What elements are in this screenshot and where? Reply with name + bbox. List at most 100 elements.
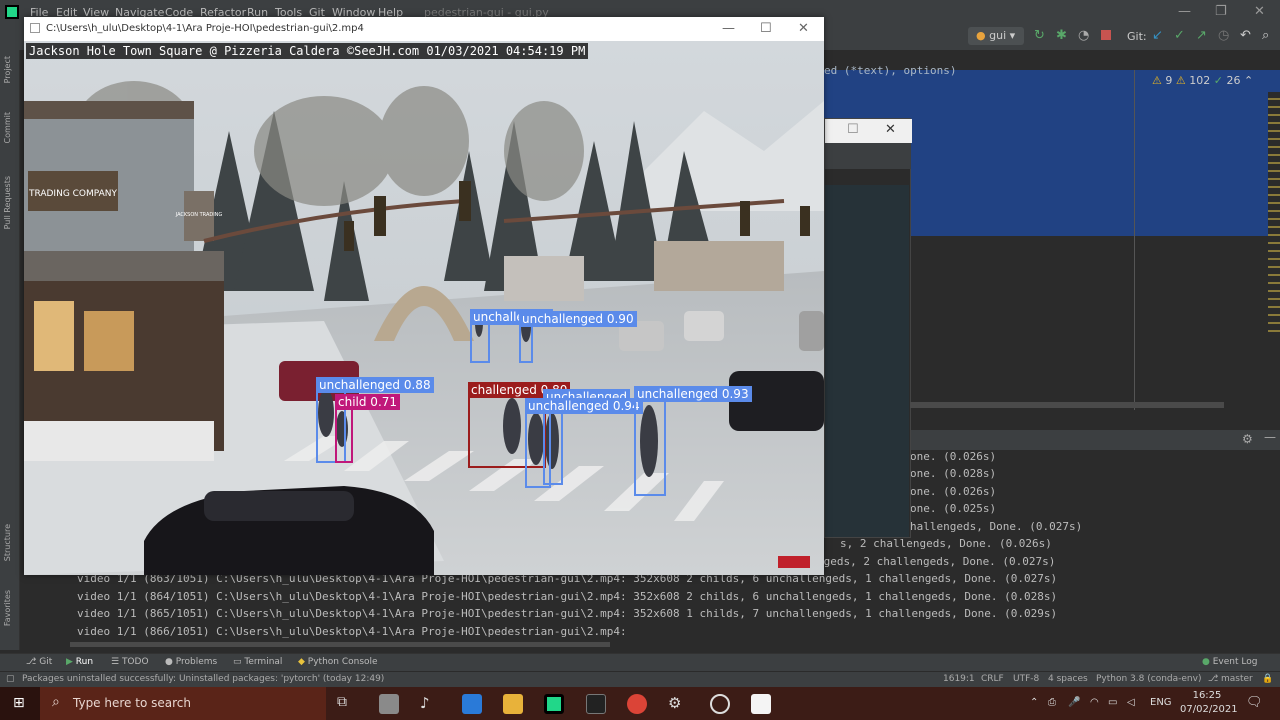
detection-label: child 0.71 xyxy=(335,394,401,410)
git-icon: ⎇ xyxy=(26,657,40,667)
tab-label: TODO xyxy=(121,657,149,667)
chrome-icon[interactable] xyxy=(627,694,647,714)
tool-tab-favorites[interactable]: Favorites xyxy=(3,590,12,626)
volume-icon[interactable]: ◁ xyxy=(1127,697,1135,708)
pycharm-taskbar-icon[interactable] xyxy=(544,694,564,714)
dialog-panel xyxy=(825,185,909,537)
console-partial-line: hallengeds, Done. (0.027s) xyxy=(910,520,1083,533)
tool-tab-pull-requests[interactable]: Pull Requests xyxy=(3,176,12,229)
settings-gear-icon[interactable]: ⚙ xyxy=(1242,432,1253,446)
taskbar-search-box[interactable]: ⌕ Type here to search xyxy=(40,687,326,720)
tray-chevron-up-icon[interactable]: ⌃ xyxy=(1030,697,1038,708)
system-clock[interactable]: 16:25 07/02/2021 xyxy=(1180,689,1238,717)
tab-label: Python Console xyxy=(307,657,378,667)
weak-warning-count: 102 xyxy=(1189,74,1211,87)
tool-tab-structure[interactable]: Structure xyxy=(3,524,12,561)
tool-tab-problems[interactable]: ● Problems xyxy=(165,657,217,667)
tab-label: Run xyxy=(75,657,94,667)
video-player-window[interactable]: C:\Users\h_ulu\Desktop\4-1\Ara Proje-HOI… xyxy=(24,17,824,575)
coverage-icon[interactable]: ◔ xyxy=(1078,28,1089,43)
rollback-icon[interactable]: ↶ xyxy=(1240,28,1251,43)
inspection-widget[interactable]: ⚠ 9 ⚠ 102 ✓ 26 ⌃ xyxy=(1152,74,1254,87)
ide-maximize-icon[interactable]: ❐ xyxy=(1215,4,1227,19)
editor-hscrollbar[interactable] xyxy=(910,402,1224,408)
tool-tab-git[interactable]: ⎇ Git xyxy=(26,657,52,667)
video-minimize-icon[interactable]: — xyxy=(722,21,735,36)
notepad-icon[interactable] xyxy=(751,694,771,714)
list-icon: ☰ xyxy=(111,657,122,667)
file-explorer-icon[interactable] xyxy=(503,694,523,714)
tab-label: Problems xyxy=(175,657,218,667)
battery-icon[interactable]: ▭ xyxy=(1108,697,1117,708)
obs-icon[interactable] xyxy=(710,694,730,714)
detection-box: unchalleng... xyxy=(470,309,554,363)
weak-warning-icon: ⚠ xyxy=(1175,74,1186,87)
python-interpreter[interactable]: Python 3.8 (conda-env) xyxy=(1096,674,1201,684)
console-hscrollbar[interactable] xyxy=(70,642,610,647)
tool-tab-project[interactable]: Project xyxy=(3,56,12,83)
chevron-up-icon[interactable]: ⌃ xyxy=(1244,74,1253,87)
run-panel-header: ⚙ — xyxy=(910,430,1280,450)
davinci-icon[interactable]: ♪ xyxy=(420,694,440,714)
camera-overlay-text: Jackson Hole Town Square @ Pizzeria Cald… xyxy=(26,43,589,59)
git-branch[interactable]: master xyxy=(1221,674,1253,684)
task-view-icon[interactable]: ⧉ xyxy=(337,694,357,714)
problems-icon: ● xyxy=(165,657,176,667)
warning-count: 9 xyxy=(1165,74,1173,87)
video-maximize-icon[interactable]: ☐ xyxy=(760,21,772,36)
mail-icon[interactable] xyxy=(462,694,482,714)
tab-label: Terminal xyxy=(244,657,283,667)
ide-minimize-icon[interactable]: — xyxy=(1178,4,1191,19)
git-push-icon[interactable]: ↗ xyxy=(1196,28,1207,43)
stop-icon[interactable] xyxy=(1101,30,1111,40)
microphone-icon[interactable]: 🎤 xyxy=(1068,697,1080,708)
tool-tab-python-console[interactable]: ◆ Python Console xyxy=(298,657,378,667)
video-window-titlebar[interactable]: C:\Users\h_ulu\Desktop\4-1\Ara Proje-HOI… xyxy=(24,17,824,41)
error-stripe[interactable] xyxy=(1268,92,1280,332)
detection-box: unchallenged 0.90 xyxy=(519,311,637,363)
settings-gear-taskbar-icon[interactable]: ⚙ xyxy=(668,694,688,714)
terminal-taskbar-icon[interactable] xyxy=(586,694,606,714)
tool-tab-run[interactable]: ▶ Run xyxy=(66,657,93,667)
file-app-icon[interactable] xyxy=(379,694,399,714)
hide-panel-icon[interactable]: — xyxy=(1264,430,1276,444)
line-separator[interactable]: CRLF xyxy=(981,674,1004,684)
run-icon: ▶ xyxy=(66,657,76,667)
tab-label: Event Log xyxy=(1212,657,1258,667)
search-icon: ⌕ xyxy=(52,694,60,710)
git-commit-icon[interactable]: ✓ xyxy=(1174,28,1185,43)
tool-tab-event-log[interactable]: ● Event Log xyxy=(1202,657,1257,667)
search-icon[interactable]: ⌕ xyxy=(1262,28,1269,43)
dialog-close-icon[interactable]: ✕ xyxy=(885,122,896,137)
lock-icon: 🔒 xyxy=(1262,674,1274,684)
video-window-title: C:\Users\h_ulu\Desktop\4-1\Ara Proje-HOI… xyxy=(46,23,364,34)
tool-tab-todo[interactable]: ☰ TODO xyxy=(111,657,149,667)
console-line: video 1/1 (864/1051) C:\Users\h_ulu\Desk… xyxy=(77,590,1058,603)
windows-logo-icon: ⊞ xyxy=(13,695,25,711)
wifi-icon[interactable]: ◠ xyxy=(1090,697,1099,708)
notification-icon[interactable]: 🗨 xyxy=(1246,695,1263,710)
video-close-icon[interactable]: ✕ xyxy=(798,21,809,36)
start-button[interactable]: ⊞ xyxy=(0,687,40,720)
status-message[interactable]: Packages uninstalled successfully: Unins… xyxy=(22,674,384,684)
caret-position[interactable]: 1619:1 xyxy=(943,674,975,684)
dialog-maximize-icon[interactable]: ☐ xyxy=(847,122,859,137)
run-config-select[interactable]: ● gui ▾ xyxy=(968,27,1024,45)
terminal-icon: ▭ xyxy=(233,657,245,667)
ide-close-icon[interactable]: ✕ xyxy=(1254,4,1265,19)
tray-device-icon[interactable]: ⎙ xyxy=(1048,697,1056,708)
indent-setting[interactable]: 4 spaces xyxy=(1048,674,1088,684)
debug-icon[interactable]: ✱ xyxy=(1056,28,1067,43)
chevron-down-icon: ▾ xyxy=(1009,29,1016,42)
file-encoding[interactable]: UTF-8 xyxy=(1013,674,1039,684)
git-update-icon[interactable]: ↙ xyxy=(1152,28,1163,43)
input-language[interactable]: ENG xyxy=(1150,697,1172,708)
tool-tab-commit[interactable]: Commit xyxy=(3,112,12,143)
tab-label: Git xyxy=(39,657,53,667)
tool-tab-terminal[interactable]: ▭ Terminal xyxy=(233,657,282,667)
dialog-header xyxy=(825,143,911,169)
detection-box: child 0.71 xyxy=(335,394,401,463)
bottom-tool-tabs: ⎇ Git ▶ Run ☰ TODO ● Problems ▭ Terminal… xyxy=(0,653,1280,671)
history-icon[interactable]: ◷ xyxy=(1218,28,1229,43)
rerun-icon[interactable]: ↻ xyxy=(1034,28,1045,43)
